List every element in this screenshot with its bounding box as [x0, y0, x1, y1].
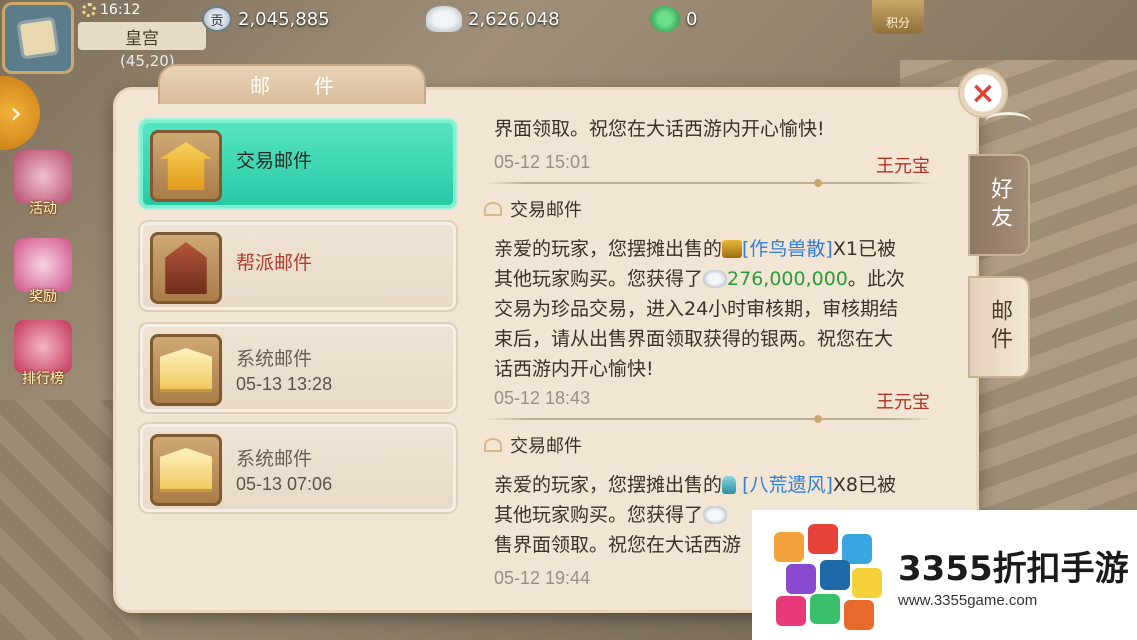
- points-button[interactable]: 积分: [872, 0, 924, 34]
- message-heading-text: 交易邮件: [510, 436, 582, 457]
- item-link[interactable]: [作鸟兽散]: [742, 238, 833, 260]
- message-text: 亲爱的玩家，您摆摊出售的 [作鸟兽散]X1已被: [494, 234, 896, 264]
- mail-item-system[interactable]: 系统邮件 05-13 13:28: [138, 322, 458, 414]
- mail-date: 05-13 13:28: [236, 374, 333, 394]
- side-item-reward[interactable]: 奖励: [8, 238, 78, 306]
- tab-friends[interactable]: 好友: [968, 154, 1030, 256]
- mail-title: 系统邮件: [236, 348, 313, 370]
- mail-item-guild[interactable]: 帮派邮件: [138, 220, 458, 312]
- envelope-icon: [150, 334, 222, 406]
- silver-value: 2,626,048: [468, 8, 560, 30]
- side-item-label: 活动: [29, 201, 57, 217]
- message-sender: 王元宝: [876, 156, 930, 177]
- message-heading: 交易邮件: [484, 432, 582, 458]
- contribution-counter: 贡 2,045,885: [202, 4, 330, 34]
- location-name[interactable]: 皇宫: [78, 22, 206, 50]
- top-resource-bar: 16:12 皇宫 (45,20) 贡 2,045,885 2,626,048 0…: [0, 0, 1137, 74]
- message-text: 束后，请从出售界面领取获得的银两。祝您在大: [494, 328, 894, 350]
- silver-ingot-icon: [703, 270, 728, 288]
- skill-book-icon: [722, 240, 743, 258]
- silver-ingot-icon: [426, 6, 462, 32]
- silver-ingot-icon: [703, 506, 728, 524]
- mail-title: 帮派邮件: [236, 252, 313, 274]
- message-text-part: 亲爱的玩家，您摆摊出售的: [494, 474, 723, 496]
- message-text: 其他玩家购买。您获得了 276,000,000。此次: [494, 264, 905, 294]
- message-divider: [484, 179, 934, 187]
- close-button[interactable]: ×: [958, 68, 1008, 118]
- mail-title: 交易邮件: [236, 150, 313, 172]
- message-text: 售界面领取。祝您在大话西游: [494, 534, 742, 556]
- mail-title: 系统邮件: [236, 448, 313, 470]
- message-text-part: 。此次: [847, 268, 905, 290]
- message-text: 亲爱的玩家，您摆摊出售的 [八荒遗风]X8已被: [494, 470, 896, 500]
- watermark-url: www.3355game.com: [898, 592, 1038, 609]
- mail-item-trade[interactable]: 交易邮件: [138, 118, 458, 210]
- cloud-swirl-decoration: [985, 112, 1031, 132]
- message-text: 界面领取。祝您在大话西游内开心愉快!: [494, 118, 825, 140]
- message-heading: 交易邮件: [484, 196, 582, 222]
- guild-house-icon: [150, 232, 222, 304]
- contribution-value: 2,045,885: [238, 8, 330, 30]
- envelope-icon: [150, 434, 222, 506]
- ranking-icon: [14, 320, 72, 374]
- jade-icon: [650, 6, 680, 32]
- message-meta: 05-12 15:01 王元宝: [494, 152, 930, 177]
- message-text-part: 其他玩家购买。您获得了: [494, 504, 704, 526]
- message-text-part: X8已被: [832, 474, 896, 496]
- map-icon: [16, 16, 60, 60]
- pavilion-icon: [150, 130, 222, 202]
- message-divider: [484, 415, 934, 423]
- contribution-coin-icon: 贡: [202, 6, 232, 32]
- message-text-part: X1已被: [832, 238, 896, 260]
- world-map-button[interactable]: [2, 2, 74, 74]
- message-meta: 05-12 18:43 王元宝: [494, 388, 930, 413]
- jade-counter[interactable]: 0: [650, 4, 697, 34]
- mail-date: 05-13 07:06: [236, 474, 333, 494]
- site-watermark: 3355折扣手游 www.3355game.com: [752, 510, 1137, 640]
- side-item-label: 排行榜: [22, 371, 64, 387]
- message-time: 05-12 19:44: [494, 568, 591, 588]
- puzzle-logo-icon: [764, 520, 884, 630]
- expand-menu-button[interactable]: ›: [0, 76, 40, 150]
- message-text: 话西游内开心愉快!: [494, 358, 654, 380]
- tab-mail[interactable]: 邮件: [968, 276, 1030, 378]
- message-text-part: 亲爱的玩家，您摆摊出售的: [494, 238, 723, 260]
- side-item-label: 奖励: [29, 289, 57, 305]
- vase-icon: [722, 476, 737, 494]
- mail-list: 交易邮件 帮派邮件 系统邮件 05-13 13:28 系统邮件 05-13 07…: [138, 118, 460, 598]
- message-sender: 王元宝: [876, 392, 930, 413]
- activity-icon: [14, 150, 72, 204]
- gear-icon[interactable]: [82, 3, 96, 17]
- message-time: 05-12 15:01: [494, 152, 591, 172]
- clock: 16:12: [82, 2, 140, 18]
- mail-item-system[interactable]: 系统邮件 05-13 07:06: [138, 422, 458, 514]
- silver-amount: 276,000,000: [727, 268, 848, 290]
- cloud-mark-icon: [484, 438, 502, 452]
- message-text: 其他玩家购买。您获得了: [494, 500, 728, 530]
- watermark-brand: 3355折扣手游: [898, 549, 1129, 589]
- message-text: 交易为珍品交易，进入24小时审核期，审核期结: [494, 298, 899, 320]
- jade-value: 0: [686, 8, 698, 30]
- side-item-activity[interactable]: 活动: [8, 150, 78, 218]
- silver-counter[interactable]: 2,626,048: [426, 4, 560, 34]
- message-text-part: 其他玩家购买。您获得了: [494, 268, 704, 290]
- message-heading-text: 交易邮件: [510, 200, 582, 221]
- dialog-title: 邮件: [250, 74, 378, 98]
- cloud-mark-icon: [484, 202, 502, 216]
- message-time: 05-12 18:43: [494, 388, 591, 408]
- gift-icon: [14, 238, 72, 292]
- dialog-title-tab: 邮件: [158, 64, 426, 104]
- time-text: 16:12: [100, 2, 141, 18]
- item-link[interactable]: [八荒遗风]: [742, 474, 833, 496]
- side-item-ranking[interactable]: 排行榜: [8, 320, 78, 388]
